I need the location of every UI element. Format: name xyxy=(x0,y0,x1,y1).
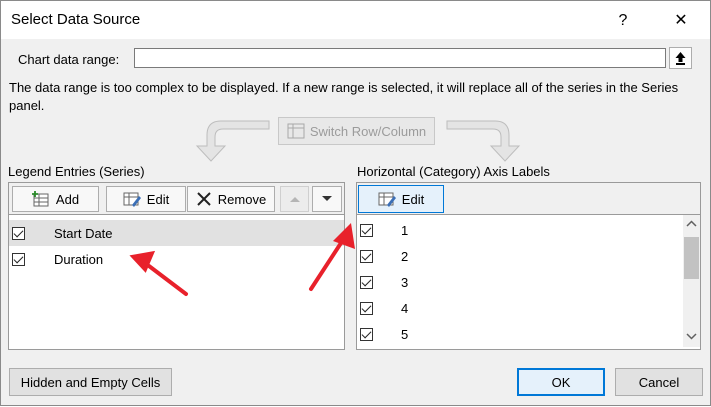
collapse-range-button[interactable] xyxy=(669,47,692,69)
legend-row-label: Start Date xyxy=(54,225,113,241)
add-series-button[interactable]: Add xyxy=(12,186,99,212)
select-data-source-dialog: Select Data Source ? ✕ Chart data range:… xyxy=(0,0,711,406)
legend-row-checkbox[interactable] xyxy=(12,252,25,266)
axis-row-label: 5 xyxy=(401,326,409,342)
help-button[interactable]: ? xyxy=(609,10,637,32)
remove-series-button[interactable]: Remove xyxy=(187,186,275,212)
axis-row-checkbox[interactable] xyxy=(360,301,373,315)
title-bar: Select Data Source ? ✕ xyxy=(1,1,710,39)
legend-entries-label: Legend Entries (Series) xyxy=(8,164,145,179)
axis-row-checkbox[interactable] xyxy=(360,249,373,263)
axis-row-label: 2 xyxy=(401,248,409,264)
axis-row-checkbox[interactable] xyxy=(360,223,373,237)
edit-axis-labels-button[interactable]: Edit xyxy=(358,185,444,213)
axis-row-label: 3 xyxy=(401,274,409,290)
remove-series-label: Remove xyxy=(217,191,267,207)
ok-label: OK xyxy=(551,374,571,390)
remove-x-icon xyxy=(197,192,211,206)
axis-labels-list: 1 2 3 4 5 xyxy=(356,214,701,350)
edit-axis-icon xyxy=(378,192,396,207)
cancel-button[interactable]: Cancel xyxy=(615,368,703,396)
legend-row[interactable]: Start Date xyxy=(9,220,344,246)
scroll-up-icon[interactable] xyxy=(683,217,700,231)
axis-row-checkbox[interactable] xyxy=(360,327,373,341)
move-down-icon xyxy=(322,196,332,201)
ok-button[interactable]: OK xyxy=(517,368,605,396)
edit-series-icon xyxy=(123,192,141,207)
axis-row-label: 1 xyxy=(401,222,409,238)
add-series-icon xyxy=(31,191,49,207)
hidden-empty-cells-button[interactable]: Hidden and Empty Cells xyxy=(9,368,172,396)
switch-row-column-label: Switch Row/Column xyxy=(309,123,427,139)
legend-toolbar: Add Edit Remove xyxy=(8,182,345,214)
legend-row-checkbox[interactable] xyxy=(12,226,25,240)
switch-row-column-icon xyxy=(287,123,305,139)
legend-row[interactable]: Duration xyxy=(9,246,344,272)
chart-data-range-label: Chart data range: xyxy=(18,52,120,67)
axis-list-scrollbar[interactable] xyxy=(683,215,700,347)
legend-entries-list: Start Date Duration xyxy=(8,214,345,350)
scroll-down-icon[interactable] xyxy=(683,329,700,343)
add-series-label: Add xyxy=(55,191,80,207)
edit-series-button[interactable]: Edit xyxy=(106,186,186,212)
edit-series-label: Edit xyxy=(146,191,170,207)
move-up-icon xyxy=(289,197,300,202)
axis-row[interactable]: 1 xyxy=(357,217,683,243)
upload-icon xyxy=(675,52,686,65)
edit-axis-labels-label: Edit xyxy=(401,191,425,207)
switch-row-column-button[interactable]: Switch Row/Column xyxy=(278,117,435,145)
axis-toolbar: Edit xyxy=(356,182,701,214)
axis-row[interactable]: 3 xyxy=(357,269,683,295)
axis-row-checkbox[interactable] xyxy=(360,275,373,289)
axis-row[interactable]: 2 xyxy=(357,243,683,269)
axis-row[interactable]: 4 xyxy=(357,295,683,321)
dialog-title: Select Data Source xyxy=(11,11,141,28)
move-up-button[interactable] xyxy=(280,186,309,212)
axis-row[interactable]: 5 xyxy=(357,321,683,347)
hidden-empty-cells-label: Hidden and Empty Cells xyxy=(20,374,161,390)
close-button[interactable]: ✕ xyxy=(667,9,695,33)
axis-labels-label: Horizontal (Category) Axis Labels xyxy=(357,164,550,179)
axis-row-label: 4 xyxy=(401,300,409,316)
legend-row-label: Duration xyxy=(54,251,104,267)
chart-data-range-input[interactable] xyxy=(134,48,666,68)
range-note: The data range is too complex to be disp… xyxy=(9,80,679,113)
cancel-label: Cancel xyxy=(638,374,680,390)
scrollbar-thumb[interactable] xyxy=(684,237,699,279)
move-down-button[interactable] xyxy=(312,186,342,212)
